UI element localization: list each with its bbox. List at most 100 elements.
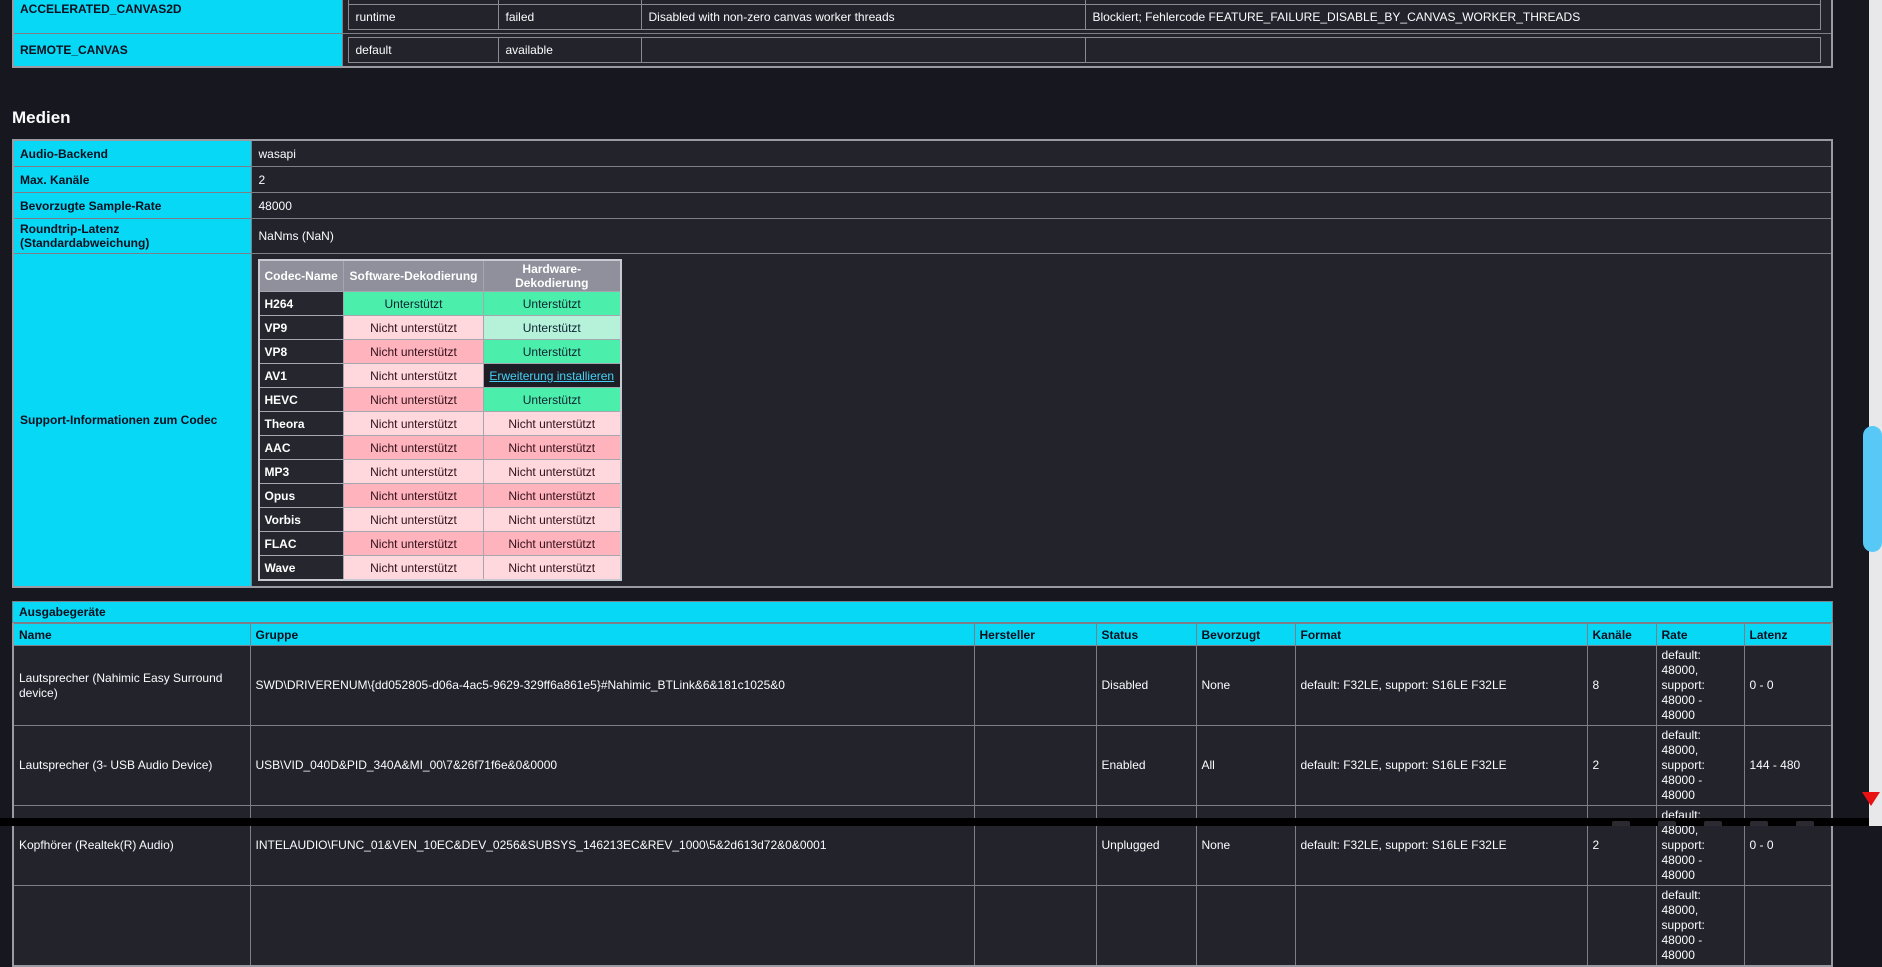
codec-name-cell: VP8 bbox=[259, 340, 344, 364]
media-value-cell: 2 bbox=[251, 167, 1832, 193]
device-preferred-cell: All bbox=[1196, 726, 1295, 806]
col-header-rate: Rate bbox=[1656, 624, 1744, 646]
codec-support-value-cell: Codec-Name Software-Dekodierung Hardware… bbox=[251, 254, 1832, 588]
device-format-cell: default: F32LE, support: S16LE F32LE bbox=[1295, 726, 1587, 806]
codec-name-header: Codec-Name bbox=[259, 260, 344, 292]
codec-name-cell: AAC bbox=[259, 436, 344, 460]
codec-name-cell: AV1 bbox=[259, 364, 344, 388]
media-label-cell: Max. Kanäle bbox=[13, 167, 251, 193]
col-header-status: Status bbox=[1096, 624, 1196, 646]
codec-name-cell: Wave bbox=[259, 556, 344, 581]
device-rate-cell: default: 48000, support: 48000 - 48000 bbox=[1656, 726, 1744, 806]
media-value-cell: NaNms (NaN) bbox=[251, 219, 1832, 254]
codec-support-cell: Unterstützt bbox=[484, 316, 621, 340]
codec-support-cell: Nicht unterstützt bbox=[344, 364, 484, 388]
codec-support-cell: Nicht unterstützt bbox=[484, 436, 621, 460]
device-latency-cell: 144 - 480 bbox=[1744, 726, 1832, 806]
media-label-cell: Audio-Backend bbox=[13, 140, 251, 167]
table-row: Max. Kanäle 2 bbox=[13, 167, 1832, 193]
codec-support-cell: Nicht unterstützt bbox=[344, 436, 484, 460]
table-header-row: Name Gruppe Hersteller Status Bevorzugt … bbox=[13, 624, 1832, 646]
codec-row: VP8 Nicht unterstützt Unterstützt bbox=[259, 340, 621, 364]
status-value-cell: failed bbox=[498, 5, 641, 30]
status-key-cell: runtime bbox=[348, 5, 498, 30]
scrollbar-track[interactable] bbox=[1869, 0, 1882, 826]
canvas-features-table: ACCELERATED_CANVAS2D runtime failed Disa… bbox=[12, 0, 1833, 68]
col-header-name: Name bbox=[13, 624, 250, 646]
codec-support-cell: Nicht unterstützt bbox=[344, 412, 484, 436]
media-value-cell: wasapi bbox=[251, 140, 1832, 167]
codec-support-cell: Unterstützt bbox=[344, 292, 484, 316]
codec-name-cell: VP9 bbox=[259, 316, 344, 340]
codec-support-cell: Nicht unterstützt bbox=[344, 340, 484, 364]
codec-name-cell: FLAC bbox=[259, 532, 344, 556]
device-format-cell: default: F32LE, support: S16LE F32LE bbox=[1295, 646, 1587, 726]
codec-support-cell: Unterstützt bbox=[484, 388, 621, 412]
table-row: Bevorzugte Sample-Rate 48000 bbox=[13, 193, 1832, 219]
codec-row: Wave Nicht unterstützt Nicht unterstützt bbox=[259, 556, 621, 581]
feature-status-cell: default available bbox=[342, 34, 1832, 68]
codec-row: AV1 Nicht unterstützt Erweiterung instal… bbox=[259, 364, 621, 388]
device-status-cell bbox=[1096, 886, 1196, 967]
status-message-cell: Disabled with non-zero canvas worker thr… bbox=[641, 5, 1085, 30]
failure-code-cell: Blockiert; Fehlercode FEATURE_FAILURE_DI… bbox=[1085, 5, 1821, 30]
device-name-cell: Lautsprecher (3- USB Audio Device) bbox=[13, 726, 250, 806]
device-group-cell: USB\VID_040D&PID_340A&MI_00\7&26f71f6e&0… bbox=[250, 726, 974, 806]
feature-label-cell: ACCELERATED_CANVAS2D bbox=[13, 0, 342, 34]
taskbar-icon[interactable] bbox=[1704, 821, 1722, 826]
table-row: Roundtrip-Latenz (Standardabweichung) Na… bbox=[13, 219, 1832, 254]
feature-status-subtable: default available bbox=[348, 37, 1822, 63]
device-row-clipped: default: 48000, support: 48000 - 48000 bbox=[13, 886, 1832, 967]
codec-support-cell: Nicht unterstützt bbox=[344, 508, 484, 532]
codec-row: AAC Nicht unterstützt Nicht unterstützt bbox=[259, 436, 621, 460]
software-decoding-header: Software-Dekodierung bbox=[344, 260, 484, 292]
codec-row: Vorbis Nicht unterstützt Nicht unterstüt… bbox=[259, 508, 621, 532]
media-info-table: Audio-Backend wasapi Max. Kanäle 2 Bevor… bbox=[12, 139, 1833, 588]
codec-row: Theora Nicht unterstützt Nicht unterstüt… bbox=[259, 412, 621, 436]
feature-status-subtable: runtime failed Disabled with non-zero ca… bbox=[348, 0, 1822, 30]
codec-support-cell: Erweiterung installieren bbox=[484, 364, 621, 388]
device-preferred-cell: None bbox=[1196, 646, 1295, 726]
output-devices-table: Name Gruppe Hersteller Status Bevorzugt … bbox=[12, 623, 1833, 967]
table-row: default available bbox=[348, 38, 1821, 63]
table-row: Audio-Backend wasapi bbox=[13, 140, 1832, 167]
taskbar-icon[interactable] bbox=[1796, 821, 1814, 826]
device-group-cell bbox=[250, 886, 974, 967]
status-message-cell bbox=[641, 38, 1085, 63]
device-name-cell: Lautsprecher (Nahimic Easy Surround devi… bbox=[13, 646, 250, 726]
device-vendor-cell bbox=[974, 886, 1096, 967]
install-extension-link[interactable]: Erweiterung installieren bbox=[489, 369, 614, 383]
scrollbar-thumb[interactable] bbox=[1863, 426, 1882, 552]
table-row: runtime failed Disabled with non-zero ca… bbox=[348, 5, 1821, 30]
feature-label-cell: REMOTE_CANVAS bbox=[13, 34, 342, 68]
codec-row: Opus Nicht unterstützt Nicht unterstützt bbox=[259, 484, 621, 508]
taskbar bbox=[0, 818, 1882, 826]
codec-support-label-cell: Support-Informationen zum Codec bbox=[13, 254, 251, 588]
codec-name-cell: Opus bbox=[259, 484, 344, 508]
codec-support-table: Codec-Name Software-Dekodierung Hardware… bbox=[258, 259, 622, 581]
codec-support-cell: Nicht unterstützt bbox=[344, 532, 484, 556]
codec-support-cell: Nicht unterstützt bbox=[344, 460, 484, 484]
output-devices-title: Ausgabegeräte bbox=[19, 605, 106, 619]
codec-support-cell: Unterstützt bbox=[484, 340, 621, 364]
device-latency-cell: 0 - 0 bbox=[1744, 646, 1832, 726]
failure-code-cell bbox=[1085, 38, 1821, 63]
codec-support-cell: Nicht unterstützt bbox=[484, 412, 621, 436]
codec-support-cell: Nicht unterstützt bbox=[484, 484, 621, 508]
col-header-group: Gruppe bbox=[250, 624, 974, 646]
codec-support-cell: Nicht unterstützt bbox=[344, 316, 484, 340]
device-group-cell: SWD\DRIVERENUM\{dd052805-d06a-4ac5-9629-… bbox=[250, 646, 974, 726]
taskbar-icon[interactable] bbox=[1658, 821, 1676, 826]
table-header-row: Codec-Name Software-Dekodierung Hardware… bbox=[259, 260, 621, 292]
device-vendor-cell bbox=[974, 726, 1096, 806]
device-row: Lautsprecher (Nahimic Easy Surround devi… bbox=[13, 646, 1832, 726]
taskbar-icon[interactable] bbox=[1750, 821, 1768, 826]
table-row: Support-Informationen zum Codec Codec-Na… bbox=[13, 254, 1832, 588]
col-header-vendor: Hersteller bbox=[974, 624, 1096, 646]
taskbar-icon[interactable] bbox=[1612, 821, 1630, 826]
media-label-cell: Bevorzugte Sample-Rate bbox=[13, 193, 251, 219]
device-latency-cell bbox=[1744, 886, 1832, 967]
media-value-cell: 48000 bbox=[251, 193, 1832, 219]
codec-name-cell: Theora bbox=[259, 412, 344, 436]
device-preferred-cell bbox=[1196, 886, 1295, 967]
